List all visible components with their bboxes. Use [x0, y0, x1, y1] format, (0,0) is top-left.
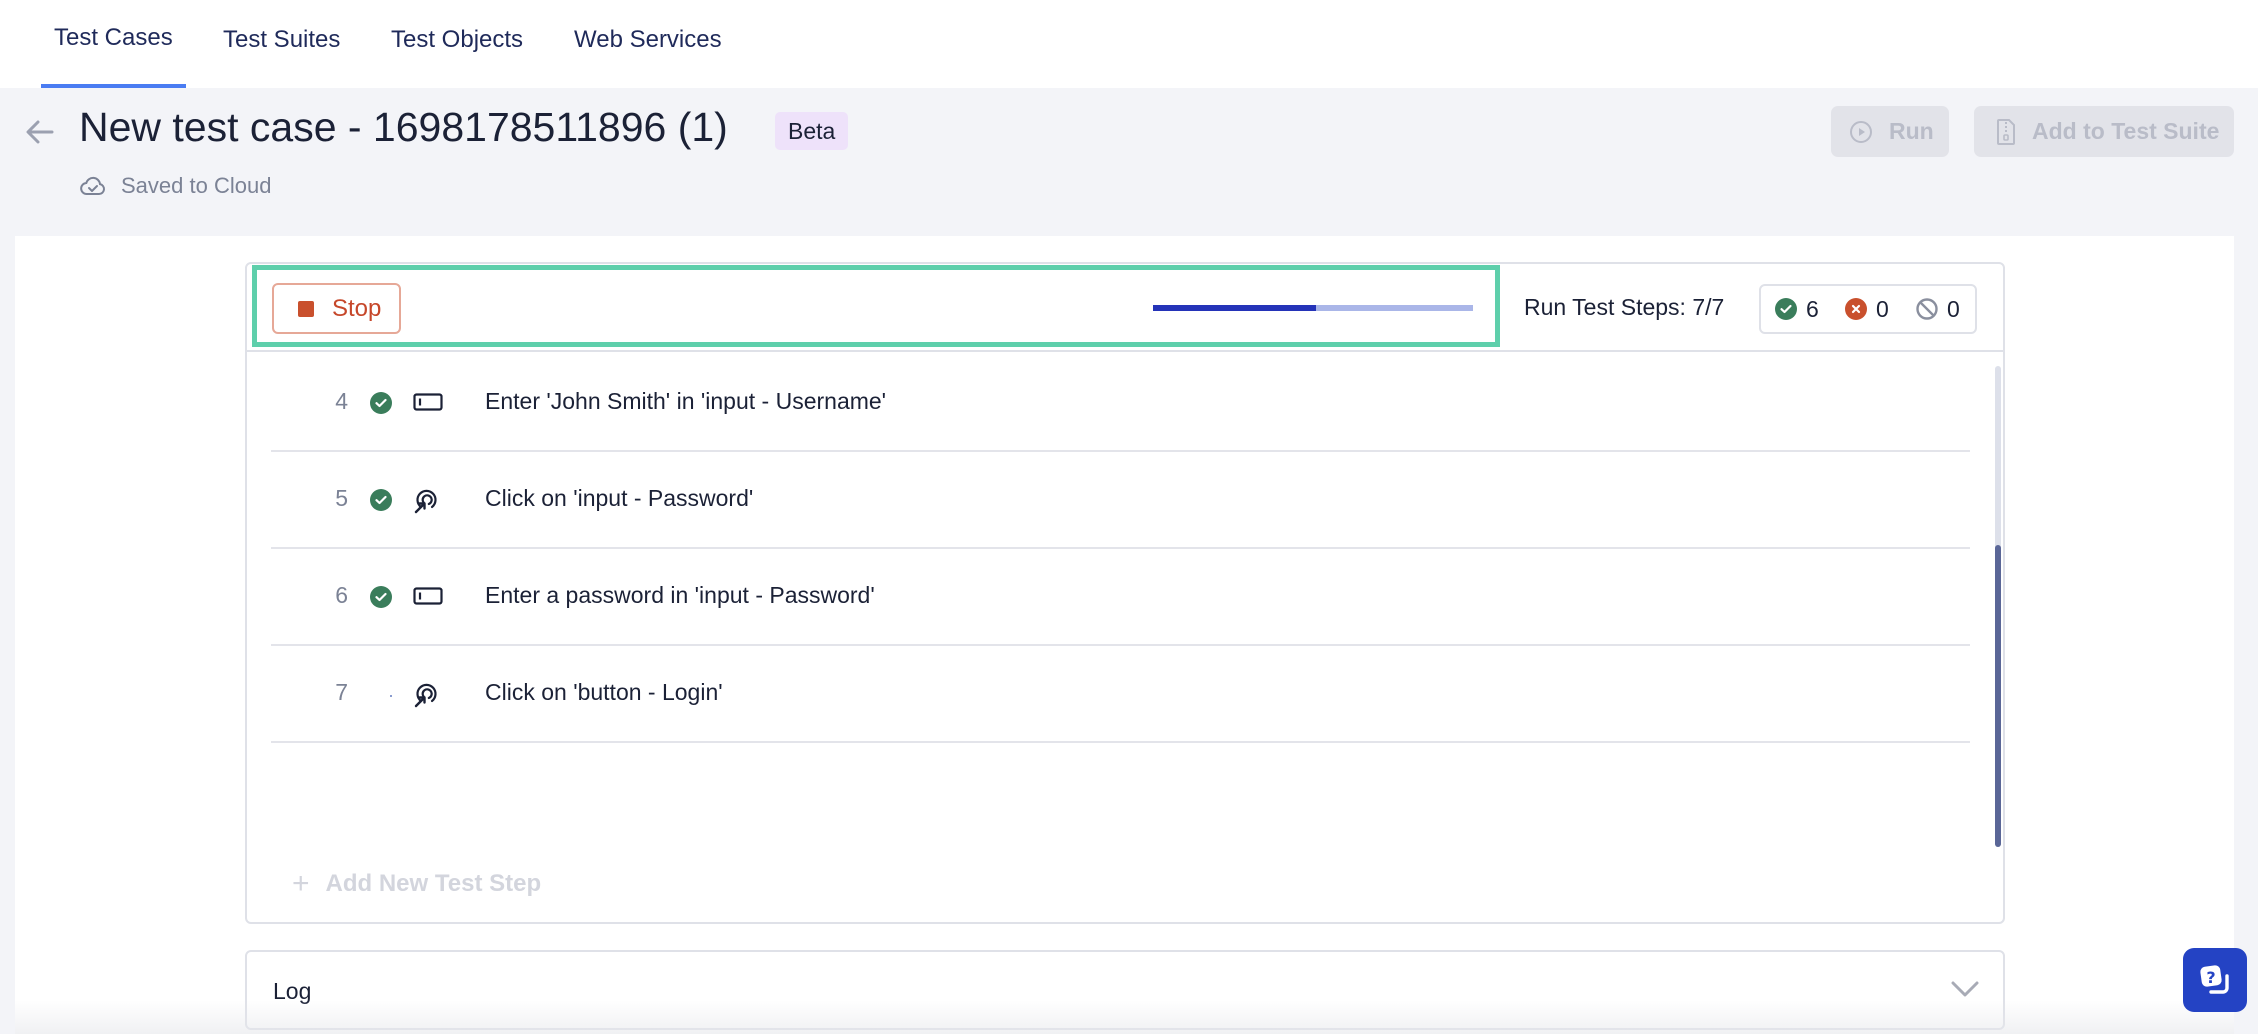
arrow-left-icon	[26, 120, 54, 144]
add-to-test-suite-label: Add to Test Suite	[2032, 118, 2220, 144]
failed-count: 0	[1845, 296, 1916, 323]
running-spinner-icon	[390, 695, 392, 697]
stop-button-label: Stop	[332, 294, 382, 322]
add-new-test-step-button[interactable]: + Add New Test Step	[292, 867, 542, 900]
stop-button[interactable]: Stop	[272, 283, 401, 334]
step-description[interactable]: Enter 'John Smith' in 'input - Username'	[485, 388, 886, 415]
input-field-icon	[413, 587, 443, 605]
play-circle-icon	[1850, 120, 1872, 143]
click-target-icon	[414, 683, 437, 708]
test-step-row[interactable]: 5 Click on 'input - Password'	[271, 452, 1970, 549]
check-circle-icon	[1775, 298, 1797, 320]
save-status: Saved to Cloud	[79, 172, 271, 200]
page-title: New test case - 1698178511896 (1)	[79, 104, 728, 150]
ban-icon	[1916, 298, 1938, 320]
cloud-check-icon	[80, 176, 105, 195]
log-panel-toggle[interactable]: Log	[245, 950, 2005, 1030]
log-label: Log	[273, 978, 312, 1004]
tab-test-objects[interactable]: Test Objects	[391, 0, 523, 88]
test-step-row[interactable]: 4 Enter 'John Smith' in 'input - Usernam…	[271, 355, 1970, 452]
x-circle-icon	[1845, 298, 1867, 320]
save-status-text: Saved to Cloud	[121, 173, 272, 198]
run-test-steps-label: Run Test Steps: 7/7	[1524, 294, 1725, 320]
stop-square-icon	[298, 300, 314, 317]
steps-scrollbar-thumb[interactable]	[1995, 545, 2001, 847]
check-circle-icon	[370, 586, 392, 608]
run-progress-bar	[1153, 305, 1473, 311]
result-counts: 6 0 0	[1759, 284, 1977, 334]
top-nav: Test Cases Test Suites Test Objects Web …	[0, 0, 2258, 88]
step-number: 5	[335, 485, 348, 511]
step-number: 7	[335, 679, 348, 705]
add-new-test-step-label: Add New Test Step	[325, 870, 542, 897]
skipped-count: 0	[1916, 296, 1960, 323]
step-description[interactable]: Click on 'input - Password'	[485, 485, 753, 512]
run-button-label: Run	[1889, 118, 1934, 144]
run-progress-fill	[1153, 305, 1317, 311]
step-description[interactable]: Click on 'button - Login'	[485, 679, 723, 706]
tab-web-services[interactable]: Web Services	[574, 0, 722, 88]
help-chat-icon: ?	[2200, 965, 2229, 994]
divider	[245, 350, 2005, 352]
tab-test-cases[interactable]: Test Cases	[41, 0, 186, 88]
add-to-test-suite-button[interactable]: Add to Test Suite	[1974, 106, 2234, 157]
beta-badge: Beta	[775, 112, 849, 150]
step-number: 6	[335, 582, 348, 608]
input-field-icon	[413, 393, 443, 411]
file-zip-icon	[1997, 118, 2015, 145]
click-target-icon	[414, 489, 437, 514]
check-circle-icon	[370, 489, 392, 511]
test-step-row[interactable]: 6 Enter a password in 'input - Password'	[271, 549, 1970, 646]
check-circle-icon	[370, 392, 392, 414]
svg-text:?: ?	[2206, 968, 2215, 987]
back-button[interactable]	[24, 116, 56, 148]
tab-test-suites[interactable]: Test Suites	[223, 0, 340, 88]
chevron-down-icon	[1951, 981, 1979, 997]
step-description[interactable]: Enter a password in 'input - Password'	[485, 582, 875, 609]
step-number: 4	[335, 388, 348, 414]
test-step-row[interactable]: 7 Click on 'button - Login'	[271, 646, 1970, 743]
help-button[interactable]: ?	[2183, 948, 2247, 1012]
run-button[interactable]: Run	[1831, 106, 1949, 157]
passed-count: 6	[1775, 296, 1845, 323]
plus-icon: +	[292, 867, 310, 900]
